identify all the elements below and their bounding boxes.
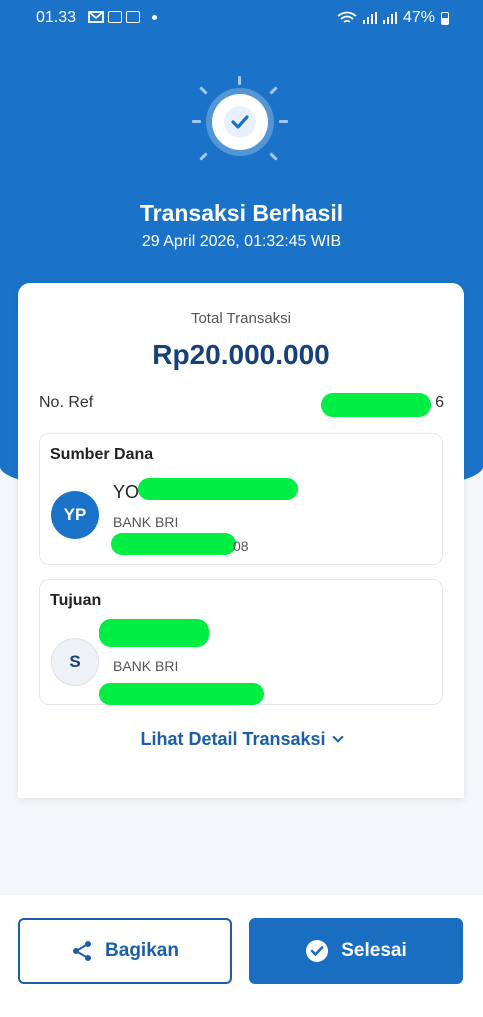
transaction-datetime: 29 April 2026, 01:32:45 WIB [141,233,342,250]
transaction-receipt-card: Total Transaksi Rp20.000.000 No. Ref 6 S… [18,283,464,798]
destination-account-card: Tujuan S BANK BRI [39,579,443,705]
done-button-label: Selesai [341,940,407,961]
success-badge [192,76,288,161]
total-amount: Rp20.000.000 [152,339,330,370]
chevron-down-icon [331,731,344,743]
destination-bank: BANK BRI [113,658,179,674]
reference-value: 6 [435,394,444,411]
app-notification-icon [108,11,122,23]
app-notification-icon [126,11,140,23]
signal-icon [362,12,377,24]
status-right: 47% [337,9,449,27]
detail-link-label: Lihat Detail Transaksi [140,729,326,749]
source-account-suffix: 08 [233,538,249,554]
battery-icon [441,11,449,25]
signal-icon [382,12,397,24]
total-label: Total Transaksi [190,310,292,327]
avatar: S [51,638,99,686]
share-button[interactable]: Bagikan [18,918,232,984]
status-bar: 01.33 47% [0,0,483,36]
gmail-icon [88,11,104,23]
source-account-card: Sumber Dana YP YO BANK BRI 08 [39,433,443,565]
source-label: Sumber Dana [50,446,154,463]
redaction-mask [111,533,236,555]
share-icon [73,941,92,961]
battery-percent: 47% [402,9,435,26]
action-bar: Bagikan Selesai [0,895,483,1017]
source-bank: BANK BRI [113,514,179,530]
done-button[interactable]: Selesai [249,918,463,984]
redaction-mask [138,478,298,500]
redaction-mask [99,619,209,647]
more-notifications-dot [152,14,157,20]
avatar: YP [51,491,99,539]
page-title: Transaksi Berhasil [139,200,344,226]
destination-label: Tujuan [50,592,102,609]
status-time: 01.33 [36,9,77,26]
wifi-icon [337,11,357,23]
check-circle-icon [306,940,329,962]
source-name: YO [113,482,140,502]
receipt-torn-edge [18,792,464,798]
reference-label: No. Ref [39,394,94,411]
redaction-mask [99,683,264,705]
share-button-label: Bagikan [105,940,179,961]
notification-icons [88,11,157,23]
checkmark-icon [212,94,268,150]
view-transaction-detail-link[interactable]: Lihat Detail Transaksi [18,729,464,750]
redaction-mask [321,393,431,417]
